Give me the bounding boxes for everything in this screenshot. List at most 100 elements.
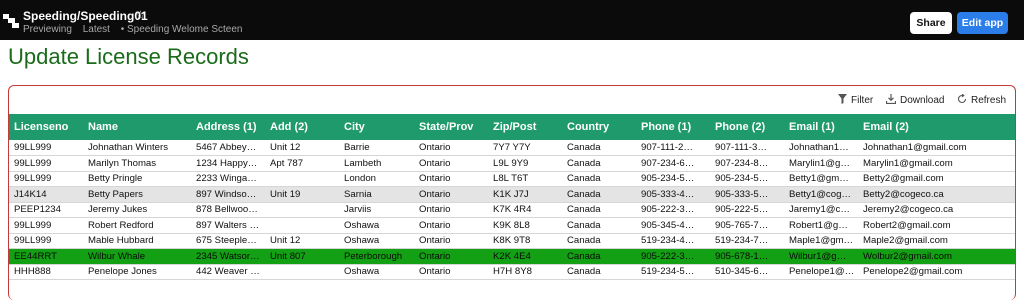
table-cell[interactable]: K2K 4E4: [488, 248, 562, 265]
table-cell[interactable]: 7Y7 Y7Y: [488, 140, 562, 156]
table-cell[interactable]: Peterborough: [339, 248, 414, 265]
table-cell[interactable]: 905-222-5…: [710, 202, 784, 218]
table-cell[interactable]: K9K 8L8: [488, 217, 562, 234]
table-cell[interactable]: [265, 171, 339, 187]
table-cell[interactable]: [265, 202, 339, 218]
column-header[interactable]: Zip/Post: [488, 114, 562, 140]
table-cell[interactable]: 675 Steeple…: [191, 233, 265, 249]
table-cell[interactable]: 1234 Happy…: [191, 155, 265, 172]
table-cell[interactable]: 519-234-5…: [636, 264, 710, 280]
table-cell[interactable]: 99LL999: [9, 155, 83, 172]
table-cell[interactable]: Wilbur1@g…: [784, 248, 858, 265]
table-cell[interactable]: K1K J7J: [488, 186, 562, 203]
table-cell[interactable]: Ontario: [414, 171, 488, 187]
table-cell[interactable]: Johnathan1@gmail.com: [858, 140, 1015, 156]
star-icon[interactable]: ☆: [135, 8, 146, 22]
column-header[interactable]: Country: [562, 114, 636, 140]
table-row[interactable]: 99LL999 Johnathan Winters 5467 Abbey… Unit …: [9, 140, 1015, 156]
table-cell[interactable]: Ontario: [414, 155, 488, 172]
table-cell[interactable]: 519-234-4…: [636, 233, 710, 249]
download-button[interactable]: Download: [885, 93, 944, 107]
table-cell[interactable]: Canada: [562, 233, 636, 249]
edit-app-button[interactable]: Edit app: [957, 12, 1008, 34]
table-cell[interactable]: Penelope1@…: [784, 264, 858, 280]
table-cell[interactable]: Johnathan Winters: [83, 140, 191, 156]
table-cell[interactable]: Mable Hubbard: [83, 233, 191, 249]
table-cell[interactable]: Canada: [562, 186, 636, 203]
table-row[interactable]: HHH888 Penelope Jones 442 Weaver … Oshawa On…: [9, 264, 1015, 280]
version-label[interactable]: Latest: [83, 24, 110, 35]
table-cell[interactable]: 878 Bellwoo…: [191, 202, 265, 218]
table-cell[interactable]: Betty2@gmail.com: [858, 171, 1015, 187]
table-cell[interactable]: [265, 264, 339, 280]
app-title[interactable]: Speeding/Speeding01: [23, 9, 148, 23]
table-cell[interactable]: Maple1@gm…: [784, 233, 858, 249]
table-cell[interactable]: 897 Windso…: [191, 186, 265, 203]
table-cell[interactable]: 2233 Winga…: [191, 171, 265, 187]
table-cell[interactable]: Wilbur Whale: [83, 248, 191, 265]
table-cell[interactable]: Jaremy1@c…: [784, 202, 858, 218]
column-header[interactable]: Licenseno: [9, 114, 83, 140]
table-cell[interactable]: Betty Papers: [83, 186, 191, 203]
table-cell[interactable]: 907-234-6…: [636, 155, 710, 172]
table-cell[interactable]: 905-333-5…: [710, 186, 784, 203]
table-cell[interactable]: Penelope2@gmail.com: [858, 264, 1015, 280]
table-cell[interactable]: 99LL999: [9, 233, 83, 249]
table-cell[interactable]: Unit 12: [265, 233, 339, 249]
table-cell[interactable]: Maple2@gmail.com: [858, 233, 1015, 249]
table-cell[interactable]: K7K 4R4: [488, 202, 562, 218]
table-cell[interactable]: 907-111-2…: [636, 140, 710, 156]
column-header[interactable]: Email (1): [784, 114, 858, 140]
table-cell[interactable]: 905-765-7…: [710, 217, 784, 234]
table-cell[interactable]: Betty1@gm…: [784, 171, 858, 187]
table-cell[interactable]: 905-234-5…: [710, 171, 784, 187]
table-cell[interactable]: Barrie: [339, 140, 414, 156]
share-button[interactable]: Share: [910, 12, 952, 34]
table-cell[interactable]: Penelope Jones: [83, 264, 191, 280]
table-cell[interactable]: 2345 Watsor…: [191, 248, 265, 265]
table-cell[interactable]: Canada: [562, 155, 636, 172]
table-cell[interactable]: Oshawa: [339, 217, 414, 234]
table-cell[interactable]: Ontario: [414, 248, 488, 265]
table-cell[interactable]: Canada: [562, 217, 636, 234]
table-cell[interactable]: Ontario: [414, 217, 488, 234]
table-cell[interactable]: 907-111-3…: [710, 140, 784, 156]
table-row[interactable]: 99LL999 Betty Pringle 2233 Winga… London Ont…: [9, 171, 1015, 187]
table-cell[interactable]: 905-234-5…: [636, 171, 710, 187]
table-cell[interactable]: [265, 217, 339, 234]
table-row[interactable]: 99LL999 Mable Hubbard 675 Steeple… Unit 12 O…: [9, 233, 1015, 249]
refresh-button[interactable]: Refresh: [956, 93, 1006, 107]
table-cell[interactable]: 99LL999: [9, 140, 83, 156]
table-cell[interactable]: 905-678-1…: [710, 248, 784, 265]
table-cell[interactable]: H7H 8Y8: [488, 264, 562, 280]
column-header[interactable]: Phone (1): [636, 114, 710, 140]
table-cell[interactable]: Canada: [562, 140, 636, 156]
table-cell[interactable]: Betty Pringle: [83, 171, 191, 187]
table-cell[interactable]: Lambeth: [339, 155, 414, 172]
table-cell[interactable]: 907-234-8…: [710, 155, 784, 172]
table-cell[interactable]: 519-234-7…: [710, 233, 784, 249]
table-cell[interactable]: Robert2@gmail.com: [858, 217, 1015, 234]
table-cell[interactable]: Betty1@cog…: [784, 186, 858, 203]
column-header[interactable]: Add (2): [265, 114, 339, 140]
table-cell[interactable]: Ontario: [414, 233, 488, 249]
table-cell[interactable]: Marylin1@gmail.com: [858, 155, 1015, 172]
table-cell[interactable]: Ontario: [414, 202, 488, 218]
table-cell[interactable]: 5467 Abbey…: [191, 140, 265, 156]
table-cell[interactable]: Oshawa: [339, 264, 414, 280]
table-cell[interactable]: Marilyn Thomas: [83, 155, 191, 172]
table-row[interactable]: 99LL999 Robert Redford 897 Walters … Oshawa…: [9, 217, 1015, 234]
table-cell[interactable]: Canada: [562, 264, 636, 280]
table-cell[interactable]: Unit 807: [265, 248, 339, 265]
table-cell[interactable]: Wolbur2@gmail.com: [858, 248, 1015, 265]
table-cell[interactable]: Oshawa: [339, 233, 414, 249]
table-cell[interactable]: L8L T6T: [488, 171, 562, 187]
table-row[interactable]: PEEP1234 Jeremy Jukes 878 Bellwoo… Jarviis O…: [9, 202, 1015, 218]
table-cell[interactable]: Unit 19: [265, 186, 339, 203]
table-cell[interactable]: 99LL999: [9, 217, 83, 234]
table-cell[interactable]: 442 Weaver …: [191, 264, 265, 280]
table-cell[interactable]: Sarnia: [339, 186, 414, 203]
table-cell[interactable]: Canada: [562, 202, 636, 218]
table-cell[interactable]: J14K14: [9, 186, 83, 203]
table-cell[interactable]: Robert Redford: [83, 217, 191, 234]
